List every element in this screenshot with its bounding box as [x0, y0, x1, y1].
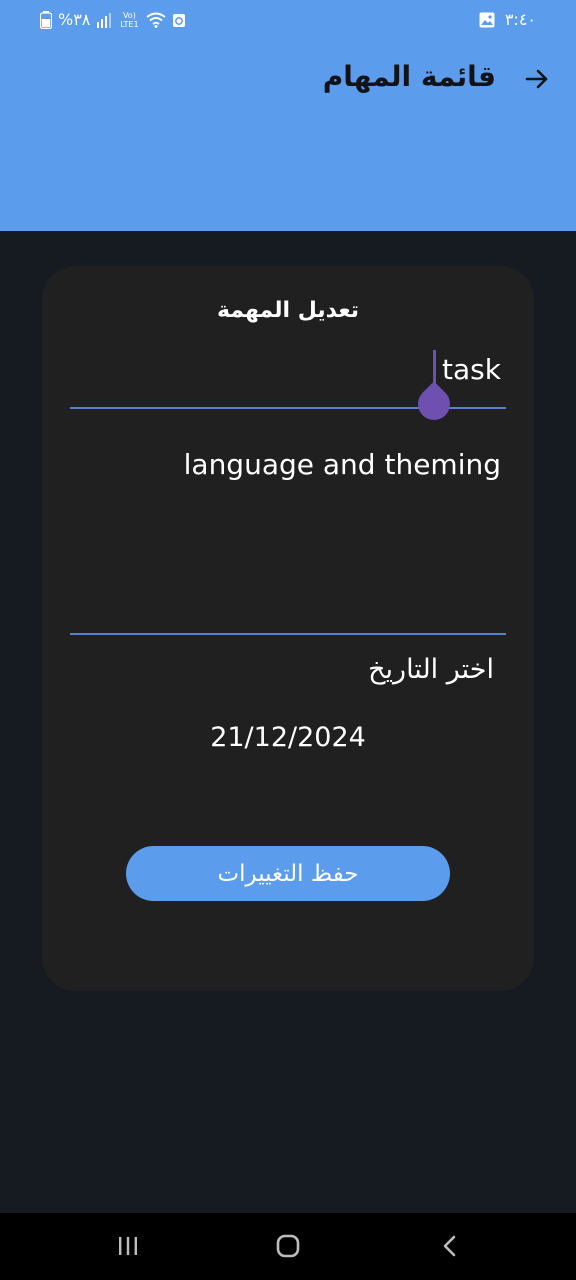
status-right: ٣:٤٠	[479, 10, 536, 29]
battery-percent: %٣٨	[58, 10, 91, 29]
save-changes-button[interactable]: حفظ التغييرات	[126, 846, 450, 901]
task-title-value: task	[442, 353, 501, 386]
back-chevron-icon	[443, 1235, 456, 1257]
cursor-handle[interactable]	[411, 381, 457, 427]
task-title-field[interactable]: task	[70, 348, 506, 427]
task-description-field[interactable]: language and theming	[70, 438, 506, 635]
status-left: %٣٨ Vo) LTE1	[40, 10, 186, 29]
gallery-icon	[479, 12, 495, 27]
app-bar: قائمة المهام	[0, 40, 576, 231]
system-nav-bar	[0, 1213, 576, 1280]
choose-date-button[interactable]: اختر التاريخ	[368, 654, 494, 685]
recents-button[interactable]	[106, 1229, 150, 1263]
signal-icon	[97, 12, 112, 28]
task-description-value: language and theming	[183, 448, 501, 481]
back-button[interactable]	[522, 64, 552, 94]
card-title: تعديل المهمة	[216, 298, 360, 323]
selected-date[interactable]: 21/12/2024	[42, 722, 534, 753]
network-label: Vo) LTE1	[120, 10, 139, 29]
home-icon	[276, 1234, 300, 1258]
wifi-icon	[146, 12, 167, 28]
nav-back-button[interactable]	[428, 1229, 472, 1263]
status-bar: %٣٨ Vo) LTE1 ٣:٤٠	[0, 0, 576, 40]
edit-task-card: تعديل المهمة task language and theming ا…	[42, 266, 534, 991]
recycle-icon	[173, 13, 186, 27]
clock: ٣:٤٠	[504, 10, 536, 29]
battery-icon	[40, 10, 52, 29]
recents-icon	[119, 1237, 137, 1255]
home-button[interactable]	[266, 1229, 310, 1263]
page-title: قائمة المهام	[322, 60, 496, 93]
arrow-right-icon	[525, 69, 548, 89]
